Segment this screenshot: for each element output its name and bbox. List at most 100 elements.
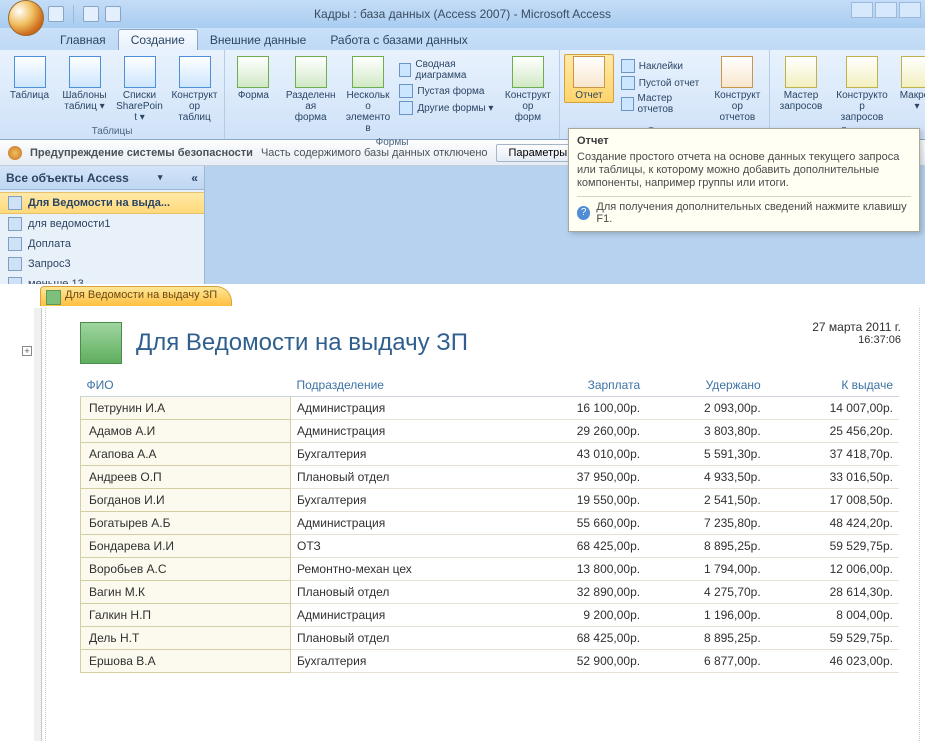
btn-multiple-items[interactable]: Несколько элементов — [344, 54, 393, 136]
btn-macro[interactable]: Макрос ▾ — [896, 54, 925, 114]
btn-form-design[interactable]: Конструктор форм — [501, 54, 555, 125]
cell-payout: 12 006,00р. — [767, 558, 899, 581]
nav-item-zapros3[interactable]: Запрос3 — [0, 254, 204, 274]
query-icon — [8, 257, 22, 271]
report-window: Для Ведомости на выдачу ЗП + Для Ведомос… — [0, 284, 925, 741]
cell-dept: Администрация — [291, 604, 514, 627]
ribbon: Таблица Шаблоны таблиц ▾ Списки SharePoi… — [0, 50, 925, 140]
window-title: Кадры : база данных (Access 2007) - Micr… — [314, 7, 611, 21]
table-row[interactable]: Агапова А.АБухгалтерия43 010,00р.5 591,3… — [81, 443, 900, 466]
btn-report[interactable]: Отчет — [564, 54, 614, 103]
btn-split-form[interactable]: Разделенная форма — [282, 54, 340, 125]
multi-items-icon — [352, 56, 384, 88]
table-row[interactable]: Богданов И.ИБухгалтерия19 550,00р.2 541,… — [81, 489, 900, 512]
tab-create[interactable]: Создание — [118, 29, 198, 50]
save-icon[interactable] — [48, 6, 64, 22]
security-warning-text: Часть содержимого базы данных отключено — [261, 147, 488, 159]
cell-fio: Галкин Н.П — [81, 604, 291, 627]
tooltip-title: Отчет — [577, 135, 911, 147]
cell-withheld: 1 794,00р. — [646, 558, 767, 581]
btn-query-design[interactable]: Конструктор запросов — [832, 54, 892, 125]
tab-home[interactable]: Главная — [48, 30, 118, 50]
office-button[interactable] — [8, 0, 44, 36]
table-row[interactable]: Бондарева И.ИОТЗ68 425,00р.8 895,25р.59 … — [81, 535, 900, 558]
tab-external-data[interactable]: Внешние данные — [198, 30, 319, 50]
btn-form[interactable]: Форма — [229, 54, 278, 103]
table-row[interactable]: Воробьев А.СРемонтно-механ цех13 800,00р… — [81, 558, 900, 581]
expand-handle[interactable]: + — [22, 346, 32, 356]
btn-blank-form[interactable]: Пустая форма — [396, 83, 496, 99]
cell-withheld: 2 093,00р. — [646, 397, 767, 420]
title-bar: Кадры : база данных (Access 2007) - Micr… — [0, 0, 925, 28]
table-row[interactable]: Богатырев А.БАдминистрация55 660,00р.7 2… — [81, 512, 900, 535]
cell-fio: Андреев О.П — [81, 466, 291, 489]
query-icon — [8, 237, 22, 251]
cell-salary: 55 660,00р. — [514, 512, 646, 535]
qat-separator — [73, 5, 74, 23]
cell-dept: Плановый отдел — [291, 627, 514, 650]
col-withheld: Удержано — [646, 374, 767, 397]
col-salary: Зарплата — [514, 374, 646, 397]
cell-payout: 14 007,00р. — [767, 397, 899, 420]
minimize-button[interactable] — [851, 2, 873, 18]
cell-salary: 43 010,00р. — [514, 443, 646, 466]
btn-more-forms[interactable]: Другие формы ▾ — [396, 100, 496, 116]
maximize-button[interactable] — [875, 2, 897, 18]
table-row[interactable]: Андреев О.ППлановый отдел37 950,00р.4 93… — [81, 466, 900, 489]
table-row[interactable]: Адамов А.ИАдминистрация29 260,00р.3 803,… — [81, 420, 900, 443]
more-forms-icon — [399, 101, 413, 115]
table-row[interactable]: Вагин М.КПлановый отдел32 890,00р.4 275,… — [81, 581, 900, 604]
collapse-pane-icon[interactable]: « — [191, 171, 198, 185]
btn-table-templates[interactable]: Шаблоны таблиц ▾ — [59, 54, 110, 114]
cell-salary: 16 100,00р. — [514, 397, 646, 420]
tab-database-tools[interactable]: Работа с базами данных — [318, 30, 479, 50]
btn-blank-report[interactable]: Пустой отчет — [618, 75, 706, 91]
cell-salary: 19 550,00р. — [514, 489, 646, 512]
cell-payout: 59 529,75р. — [767, 627, 899, 650]
cell-withheld: 5 591,30р. — [646, 443, 767, 466]
form-icon — [237, 56, 269, 88]
report-design-icon — [721, 56, 753, 88]
btn-table[interactable]: Таблица — [4, 54, 55, 103]
cell-dept: Бухгалтерия — [291, 489, 514, 512]
quick-access-toolbar — [48, 5, 121, 23]
cell-withheld: 1 196,00р. — [646, 604, 767, 627]
window-controls — [851, 2, 921, 18]
btn-sharepoint-lists[interactable]: Списки SharePoint ▾ — [114, 54, 165, 125]
cell-salary: 68 425,00р. — [514, 627, 646, 650]
cell-fio: Бондарева И.И — [81, 535, 291, 558]
table-row[interactable]: Петрунин И.ААдминистрация16 100,00р.2 09… — [81, 397, 900, 420]
table-row[interactable]: Ершова В.АБухгалтерия52 900,00р.6 877,00… — [81, 650, 900, 673]
cell-withheld: 4 933,50р. — [646, 466, 767, 489]
cell-payout: 8 004,00р. — [767, 604, 899, 627]
cell-fio: Петрунин И.А — [81, 397, 291, 420]
ribbon-tabs: Главная Создание Внешние данные Работа с… — [0, 28, 925, 50]
table-row[interactable]: Дель Н.ТПлановый отдел68 425,00р.8 895,2… — [81, 627, 900, 650]
cell-fio: Воробьев А.С — [81, 558, 291, 581]
btn-pivot-chart[interactable]: Сводная диаграмма — [396, 58, 496, 82]
report-body: + Для Ведомости на выдачу ЗП 27 марта 20… — [45, 308, 920, 741]
shield-icon — [8, 146, 22, 160]
cell-salary: 13 800,00р. — [514, 558, 646, 581]
report-tab[interactable]: Для Ведомости на выдачу ЗП — [40, 286, 232, 306]
btn-table-design[interactable]: Конструктор таблиц — [169, 54, 220, 125]
table-icon — [14, 56, 46, 88]
query-design-icon — [846, 56, 878, 88]
btn-query-wizard[interactable]: Мастер запросов — [774, 54, 828, 114]
close-button[interactable] — [899, 2, 921, 18]
nav-item-doplata[interactable]: Доплата — [0, 234, 204, 254]
nav-item-vedomost[interactable]: Для Ведомости на выда... — [0, 192, 204, 214]
pivot-chart-icon — [399, 63, 411, 77]
btn-report-design[interactable]: Конструктор отчетов — [710, 54, 765, 125]
table-row[interactable]: Галкин Н.ПАдминистрация9 200,00р.1 196,0… — [81, 604, 900, 627]
group-reports: Отчет Наклейки Пустой отчет Мастер отчет… — [560, 50, 770, 139]
col-fio: ФИО — [81, 374, 291, 397]
btn-report-wizard[interactable]: Мастер отчетов — [618, 92, 706, 116]
btn-labels[interactable]: Наклейки — [618, 58, 706, 74]
cell-dept: Администрация — [291, 397, 514, 420]
nav-item-vedomost1[interactable]: для ведомости1 — [0, 214, 204, 234]
nav-header[interactable]: Все объекты Access ▾ « — [0, 166, 204, 190]
blank-form-icon — [399, 84, 413, 98]
undo-icon[interactable] — [83, 6, 99, 22]
redo-icon[interactable] — [105, 6, 121, 22]
